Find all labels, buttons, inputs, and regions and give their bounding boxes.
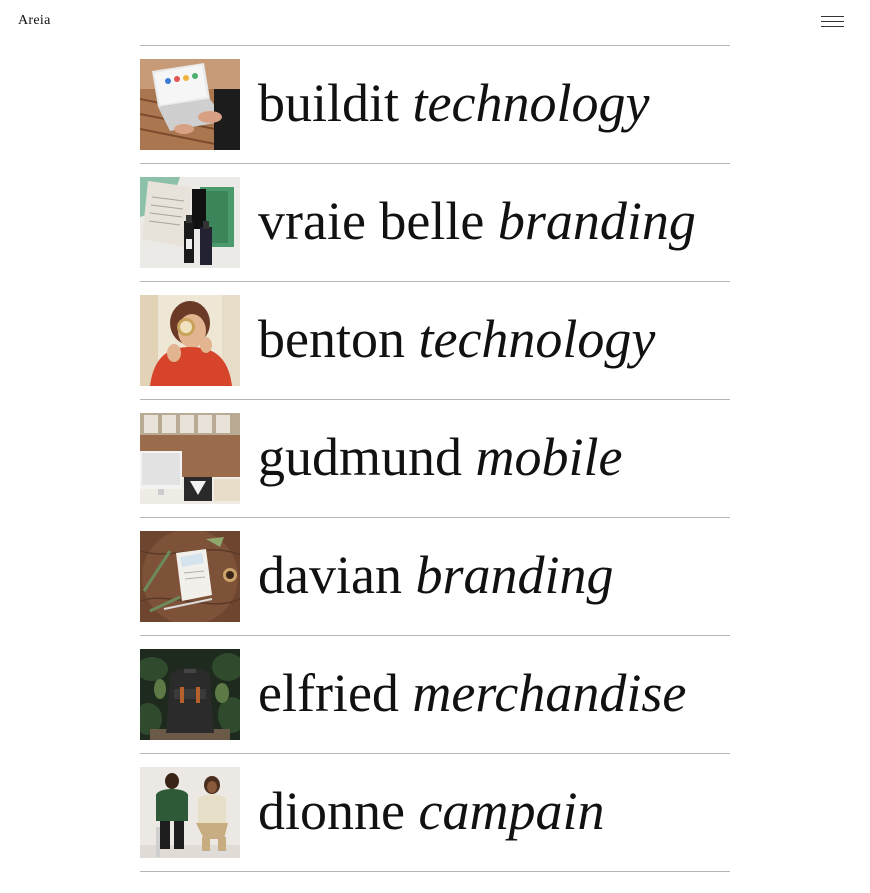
menu-line [821, 16, 844, 17]
project-thumbnail[interactable] [140, 177, 240, 268]
two-people-seated-image [140, 767, 240, 858]
project-title[interactable]: gudmund mobile [258, 425, 623, 489]
project-thumbnail[interactable] [140, 649, 240, 740]
project-category: technology [412, 73, 650, 133]
site-logo[interactable]: Areia [18, 13, 51, 29]
project-category: campain [418, 781, 605, 841]
menu-line [821, 21, 844, 22]
project-name: buildit [258, 73, 400, 133]
project-thumbnail[interactable] [140, 413, 240, 504]
cosmetic-bottles-box-image [140, 177, 240, 268]
project-title[interactable]: elfried merchandise [258, 661, 686, 725]
project-item-gudmund[interactable]: gudmund mobile [140, 400, 730, 518]
project-item-davian[interactable]: davian branding [140, 518, 730, 636]
backpack-in-forest-image [140, 649, 240, 740]
project-thumbnail[interactable] [140, 59, 240, 150]
office-desk-computer-image [140, 413, 240, 504]
business-card-table-image [140, 531, 240, 622]
project-name: elfried [258, 663, 399, 723]
project-category: mobile [475, 427, 623, 487]
project-list: buildit technology vraie belle branding … [140, 45, 730, 872]
project-item-benton[interactable]: benton technology [140, 282, 730, 400]
project-category: technology [418, 309, 656, 369]
project-title[interactable]: dionne campain [258, 779, 604, 843]
project-thumbnail[interactable] [140, 295, 240, 386]
hamburger-menu-icon[interactable] [821, 15, 844, 29]
project-thumbnail[interactable] [140, 531, 240, 622]
project-item-vraie-belle[interactable]: vraie belle branding [140, 164, 730, 282]
project-item-elfried[interactable]: elfried merchandise [140, 636, 730, 754]
project-name: gudmund [258, 427, 463, 487]
project-title[interactable]: vraie belle branding [258, 189, 696, 253]
project-title[interactable]: buildit technology [258, 71, 649, 135]
project-category: merchandise [412, 663, 687, 723]
project-name: benton [258, 309, 405, 369]
project-item-buildit[interactable]: buildit technology [140, 46, 730, 164]
project-thumbnail[interactable] [140, 767, 240, 858]
project-name: dionne [258, 781, 405, 841]
project-item-dionne[interactable]: dionne campain [140, 754, 730, 872]
project-category: branding [497, 191, 696, 251]
project-title[interactable]: davian branding [258, 543, 613, 607]
project-title[interactable]: benton technology [258, 307, 655, 371]
project-name: davian [258, 545, 402, 605]
laptop-on-desk-image [140, 59, 240, 150]
project-name: vraie belle [258, 191, 485, 251]
menu-line [821, 26, 844, 27]
woman-with-magnifier-image [140, 295, 240, 386]
project-category: branding [415, 545, 614, 605]
